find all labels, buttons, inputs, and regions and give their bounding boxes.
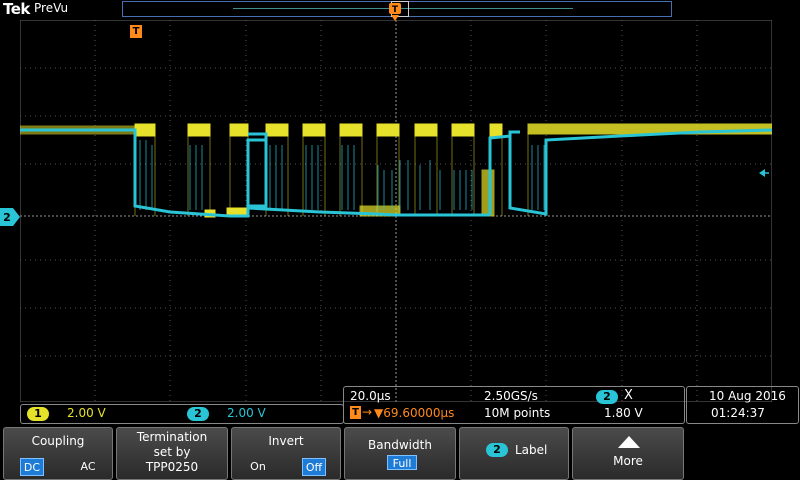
label-text: Label	[515, 443, 548, 457]
more-label: More	[613, 454, 643, 468]
brand-logo: Tek	[3, 0, 30, 18]
coupling-dc-option[interactable]: DC	[20, 458, 44, 476]
up-arrow-icon	[618, 436, 640, 448]
ch1-badge: 1	[27, 407, 49, 421]
ch2-marker-label: 2	[3, 211, 11, 224]
timebase: 20.0µs	[350, 389, 391, 403]
more-button[interactable]: More	[572, 427, 684, 480]
termination-line2: set by	[153, 445, 191, 459]
invert-button[interactable]: Invert On Off	[231, 427, 341, 480]
horizontal-trigger-readout[interactable]: 20.0µs 2.50GS/s 2 X T → ▼69.60000µs 10M …	[343, 386, 685, 424]
invert-label: Invert	[268, 434, 304, 448]
softkey-bar: Coupling DC AC Termination set by TPP025…	[0, 425, 800, 480]
coupling-button[interactable]: Coupling DC AC	[3, 427, 113, 480]
invert-on-option[interactable]: On	[246, 458, 270, 476]
record-length: 10M points	[484, 406, 551, 420]
trigger-level: 1.80 V	[604, 406, 643, 420]
trigger-letter: T	[392, 5, 399, 15]
waveform-graticule	[20, 20, 772, 402]
time: 01:24:37	[711, 406, 765, 420]
date-time-readout: 10 Aug 2016 01:24:37	[686, 386, 799, 424]
trigger-source-badge: 2	[596, 390, 618, 404]
bandwidth-value: Full	[387, 455, 417, 470]
trigger-time-marker: T	[130, 25, 142, 38]
date: 10 Aug 2016	[709, 389, 786, 403]
trigger-edge-icon: X	[624, 388, 633, 403]
trigger-delay: ▼69.60000µs	[374, 406, 455, 420]
termination-button[interactable]: Termination set by TPP0250	[116, 427, 228, 480]
termination-line1: Termination	[136, 430, 208, 444]
delay-trigger-icon: T	[350, 406, 361, 419]
ch2-ground-marker[interactable]: 2	[0, 208, 20, 226]
bandwidth-label: Bandwidth	[368, 438, 432, 452]
channel-scale-readout[interactable]: 1 2.00 V 2 2.00 V	[20, 404, 344, 424]
trigger-position-icon[interactable]: T	[388, 3, 402, 21]
label-button[interactable]: 2 Label	[459, 427, 569, 480]
ch2-scale: 2.00 V	[227, 406, 266, 420]
termination-line3: TPP0250	[145, 460, 199, 474]
ch2-badge: 2	[187, 407, 209, 421]
trigger-level-arrow[interactable]	[759, 168, 769, 178]
bandwidth-button[interactable]: Bandwidth Full	[344, 427, 456, 480]
invert-off-option[interactable]: Off	[302, 458, 326, 476]
delay-arrow-icon: →	[362, 405, 373, 419]
ch1-scale: 2.00 V	[67, 406, 106, 420]
sample-rate: 2.50GS/s	[484, 389, 538, 403]
coupling-label: Coupling	[31, 434, 85, 448]
label-channel-badge: 2	[486, 443, 508, 457]
acquisition-mode: PreVu	[34, 1, 69, 15]
coupling-ac-option[interactable]: AC	[76, 458, 100, 476]
